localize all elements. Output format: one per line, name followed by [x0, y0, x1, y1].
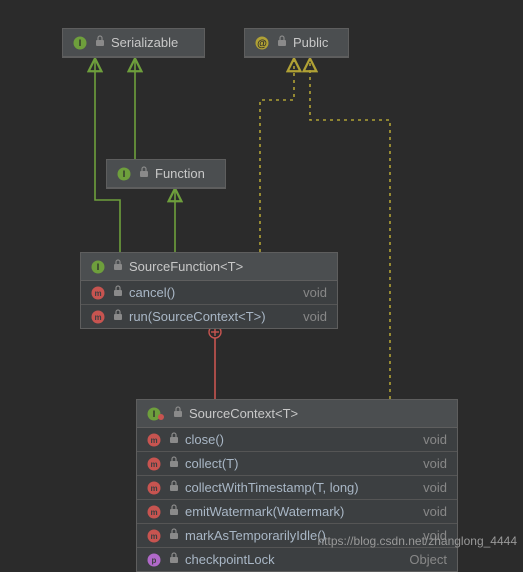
- svg-text:m: m: [150, 436, 157, 445]
- lock-icon: [277, 35, 287, 50]
- lock-icon: [173, 406, 183, 421]
- property-icon: p: [147, 553, 161, 567]
- svg-text:I: I: [123, 169, 126, 179]
- member-name: collect(T): [185, 456, 415, 471]
- svg-text:p: p: [152, 556, 157, 565]
- member-type: Object: [409, 552, 447, 567]
- member-row: m collectWithTimestamp(T, long) void: [137, 475, 457, 499]
- node-title: Serializable: [111, 35, 178, 50]
- lock-icon: [95, 35, 105, 50]
- node-public[interactable]: @ Public: [244, 28, 349, 58]
- svg-text:m: m: [94, 313, 101, 322]
- svg-text:I: I: [79, 38, 82, 48]
- method-icon: m: [147, 457, 161, 471]
- member-type: void: [423, 480, 447, 495]
- node-title: Function: [155, 166, 205, 181]
- interface-icon: I: [91, 260, 105, 274]
- interface-icon: I: [117, 167, 131, 181]
- lock-icon: [113, 259, 123, 274]
- member-list: m close() void m collect(T) void m colle…: [137, 428, 457, 571]
- svg-text:I: I: [153, 409, 156, 419]
- annotation-icon: @: [255, 36, 269, 50]
- node-header: I SourceContext<T>: [137, 400, 457, 428]
- node-header: @ Public: [245, 29, 348, 57]
- node-header: I Serializable: [63, 29, 204, 57]
- svg-text:m: m: [94, 289, 101, 298]
- interface-icon: I: [73, 36, 87, 50]
- node-title: SourceFunction<T>: [129, 259, 243, 274]
- member-name: cancel(): [129, 285, 295, 300]
- method-icon: m: [147, 481, 161, 495]
- svg-text:@: @: [257, 38, 267, 49]
- member-type: void: [423, 432, 447, 447]
- node-function[interactable]: I Function: [106, 159, 226, 189]
- svg-text:m: m: [150, 460, 157, 469]
- lock-icon: [113, 285, 123, 300]
- lock-icon: [169, 552, 179, 567]
- method-icon: m: [147, 529, 161, 543]
- member-name: collectWithTimestamp(T, long): [185, 480, 415, 495]
- member-type: void: [423, 456, 447, 471]
- node-serializable[interactable]: I Serializable: [62, 28, 205, 58]
- node-title: SourceContext<T>: [189, 406, 298, 421]
- lock-icon: [169, 480, 179, 495]
- node-header: I Function: [107, 160, 225, 188]
- watermark-text: https://blog.csdn.net/zhanglong_4444: [318, 534, 518, 548]
- member-name: checkpointLock: [185, 552, 401, 567]
- svg-text:I: I: [97, 262, 100, 272]
- svg-text:m: m: [150, 532, 157, 541]
- method-icon: m: [147, 433, 161, 447]
- node-title: Public: [293, 35, 328, 50]
- node-header: I SourceFunction<T>: [81, 253, 337, 281]
- lock-icon: [169, 432, 179, 447]
- method-icon: m: [91, 286, 105, 300]
- member-row: m cancel() void: [81, 281, 337, 304]
- member-row: m run(SourceContext<T>) void: [81, 304, 337, 328]
- member-row: p checkpointLock Object: [137, 547, 457, 571]
- member-list: m cancel() void m run(SourceContext<T>) …: [81, 281, 337, 328]
- member-name: emitWatermark(Watermark): [185, 504, 415, 519]
- lock-icon: [169, 528, 179, 543]
- svg-text:m: m: [150, 508, 157, 517]
- member-row: m close() void: [137, 428, 457, 451]
- lock-icon: [169, 504, 179, 519]
- node-sourcefunction[interactable]: I SourceFunction<T> m cancel() void m ru…: [80, 252, 338, 329]
- method-icon: m: [147, 505, 161, 519]
- member-row: m collect(T) void: [137, 451, 457, 475]
- member-name: run(SourceContext<T>): [129, 309, 295, 324]
- member-type: void: [303, 285, 327, 300]
- member-type: void: [303, 309, 327, 324]
- lock-icon: [113, 309, 123, 324]
- member-name: close(): [185, 432, 415, 447]
- svg-text:m: m: [150, 484, 157, 493]
- lock-icon: [169, 456, 179, 471]
- method-icon: m: [91, 310, 105, 324]
- interface-icon: I: [147, 407, 165, 421]
- member-type: void: [423, 504, 447, 519]
- member-row: m emitWatermark(Watermark) void: [137, 499, 457, 523]
- lock-icon: [139, 166, 149, 181]
